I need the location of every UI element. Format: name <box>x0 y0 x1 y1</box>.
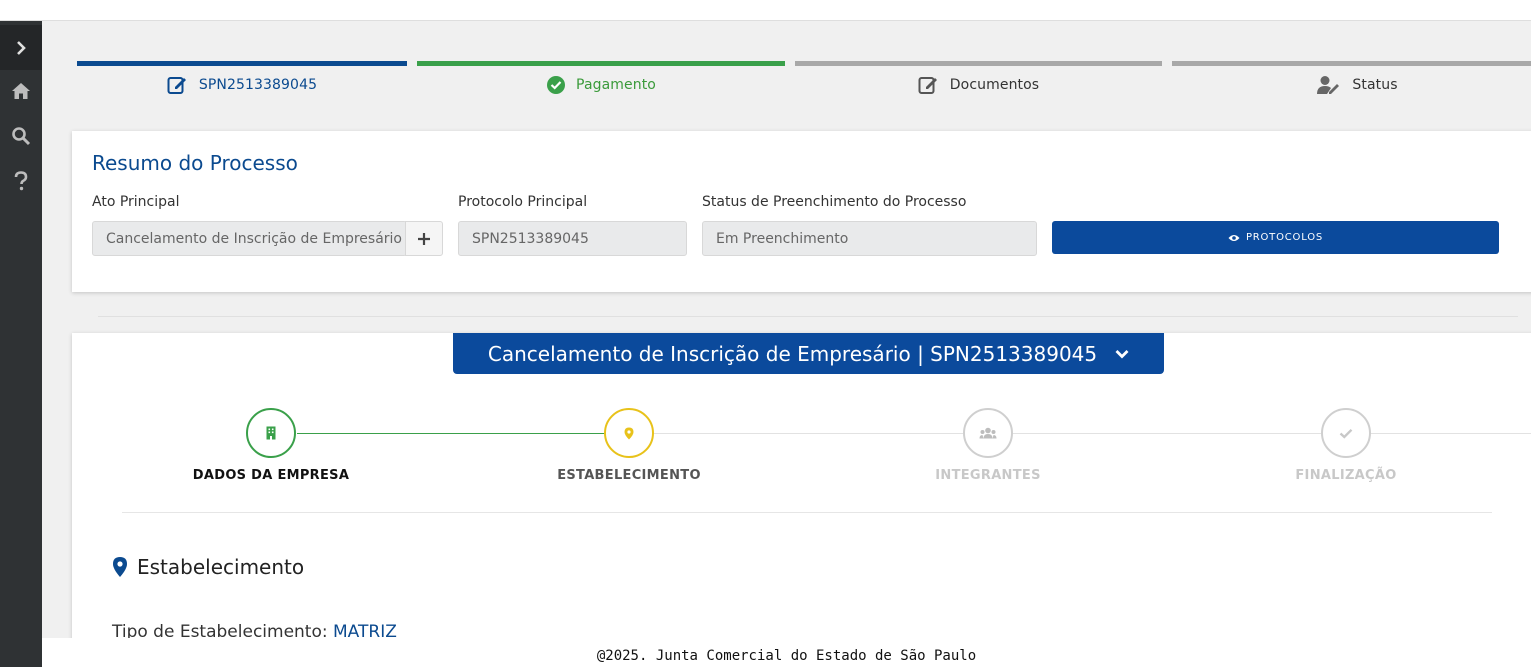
sidebar-item-search[interactable] <box>0 114 42 158</box>
chevron-down-icon <box>1115 349 1129 358</box>
wizard-step-bar <box>77 61 407 66</box>
section-estabelecimento-title: Estabelecimento <box>112 555 304 579</box>
wizard-step-label: Status <box>1352 77 1398 93</box>
protocolo-principal-label: Protocolo Principal <box>458 194 588 210</box>
protocolo-principal-field[interactable]: SPN2513389045 <box>458 221 687 256</box>
wizard-step-label: Pagamento <box>576 77 656 93</box>
stage-label: DADOS DA EMPRESA <box>192 468 350 483</box>
resumo-title: Resumo do Processo <box>92 151 298 175</box>
tipo-estabelecimento-label: Tipo de Estabelecimento: <box>112 622 328 638</box>
stage-track-pending <box>607 433 1531 434</box>
processo-card: Cancelamento de Inscrição de Empresário … <box>72 333 1531 638</box>
wizard-step-label: Documentos <box>949 77 1040 93</box>
separator <box>98 316 1518 317</box>
main-content: SPN2513389045 Pagamento Documentos Statu… <box>42 21 1531 638</box>
protocolos-button[interactable]: PROTOCOLOS <box>1052 221 1499 254</box>
section-title-text: Estabelecimento <box>137 555 305 579</box>
home-icon <box>12 83 30 99</box>
chevron-right-icon <box>17 40 26 55</box>
resumo-card: Resumo do Processo Ato Principal Cancela… <box>72 131 1531 292</box>
wizard-step-label: SPN2513389045 <box>198 77 318 93</box>
check-circle-icon <box>547 76 566 94</box>
user-edit-icon <box>1317 76 1340 94</box>
stage-estabelecimento[interactable] <box>604 408 654 458</box>
sidebar-toggle-button[interactable] <box>0 25 42 70</box>
sidebar <box>0 21 42 667</box>
ato-principal-field[interactable]: Cancelamento de Inscrição de Empresário <box>92 221 407 256</box>
processo-header-title: Cancelamento de Inscrição de Empresário … <box>487 341 1098 366</box>
check-icon <box>1339 428 1353 439</box>
wizard-step-documentos[interactable]: Documentos <box>795 61 1162 106</box>
edit-icon <box>167 77 186 94</box>
tipo-estabelecimento-value: MATRIZ <box>333 622 397 638</box>
wizard-step-pagamento[interactable]: Pagamento <box>417 61 785 106</box>
protocolos-button-label: PROTOCOLOS <box>1245 232 1324 243</box>
sidebar-item-home[interactable] <box>0 69 42 113</box>
status-preenchimento-label: Status de Preenchimento do Processo <box>702 194 967 210</box>
stage-dados-da-empresa[interactable] <box>246 408 296 458</box>
search-icon <box>12 127 31 146</box>
footer: @2025. Junta Comercial do Estado de São … <box>42 638 1531 667</box>
stage-integrantes[interactable] <box>963 408 1013 458</box>
eye-icon <box>1228 234 1240 241</box>
wizard-step-bar <box>417 61 785 66</box>
ato-principal-label: Ato Principal <box>92 194 180 210</box>
stage-track-done <box>297 433 607 434</box>
stages-divider <box>122 512 1492 513</box>
add-ato-button[interactable] <box>405 221 443 256</box>
building-icon <box>266 426 276 440</box>
stage-label: FINALIZAÇÃO <box>1295 468 1397 483</box>
stage-label: ESTABELECIMENTO <box>557 468 701 483</box>
sidebar-item-help[interactable] <box>0 159 42 203</box>
status-preenchimento-field[interactable]: Em Preenchimento <box>702 221 1037 256</box>
wizard-step-bar <box>795 61 1162 66</box>
wizard-step-bar <box>1172 61 1531 66</box>
question-icon <box>14 171 28 191</box>
wizard-step-status[interactable]: Status <box>1172 61 1531 106</box>
edit-icon <box>918 77 937 94</box>
map-pin-icon <box>624 427 634 439</box>
plus-icon <box>418 232 430 245</box>
stage-finalizacao[interactable] <box>1321 408 1371 458</box>
wizard-step-protocol[interactable]: SPN2513389045 <box>77 61 407 106</box>
processo-header-dropdown[interactable]: Cancelamento de Inscrição de Empresário … <box>453 333 1164 374</box>
map-pin-icon <box>113 557 127 577</box>
tipo-estabelecimento: Tipo de Estabelecimento: MATRIZ <box>112 622 397 638</box>
users-icon <box>979 427 997 439</box>
stage-label: INTEGRANTES <box>935 468 1041 483</box>
